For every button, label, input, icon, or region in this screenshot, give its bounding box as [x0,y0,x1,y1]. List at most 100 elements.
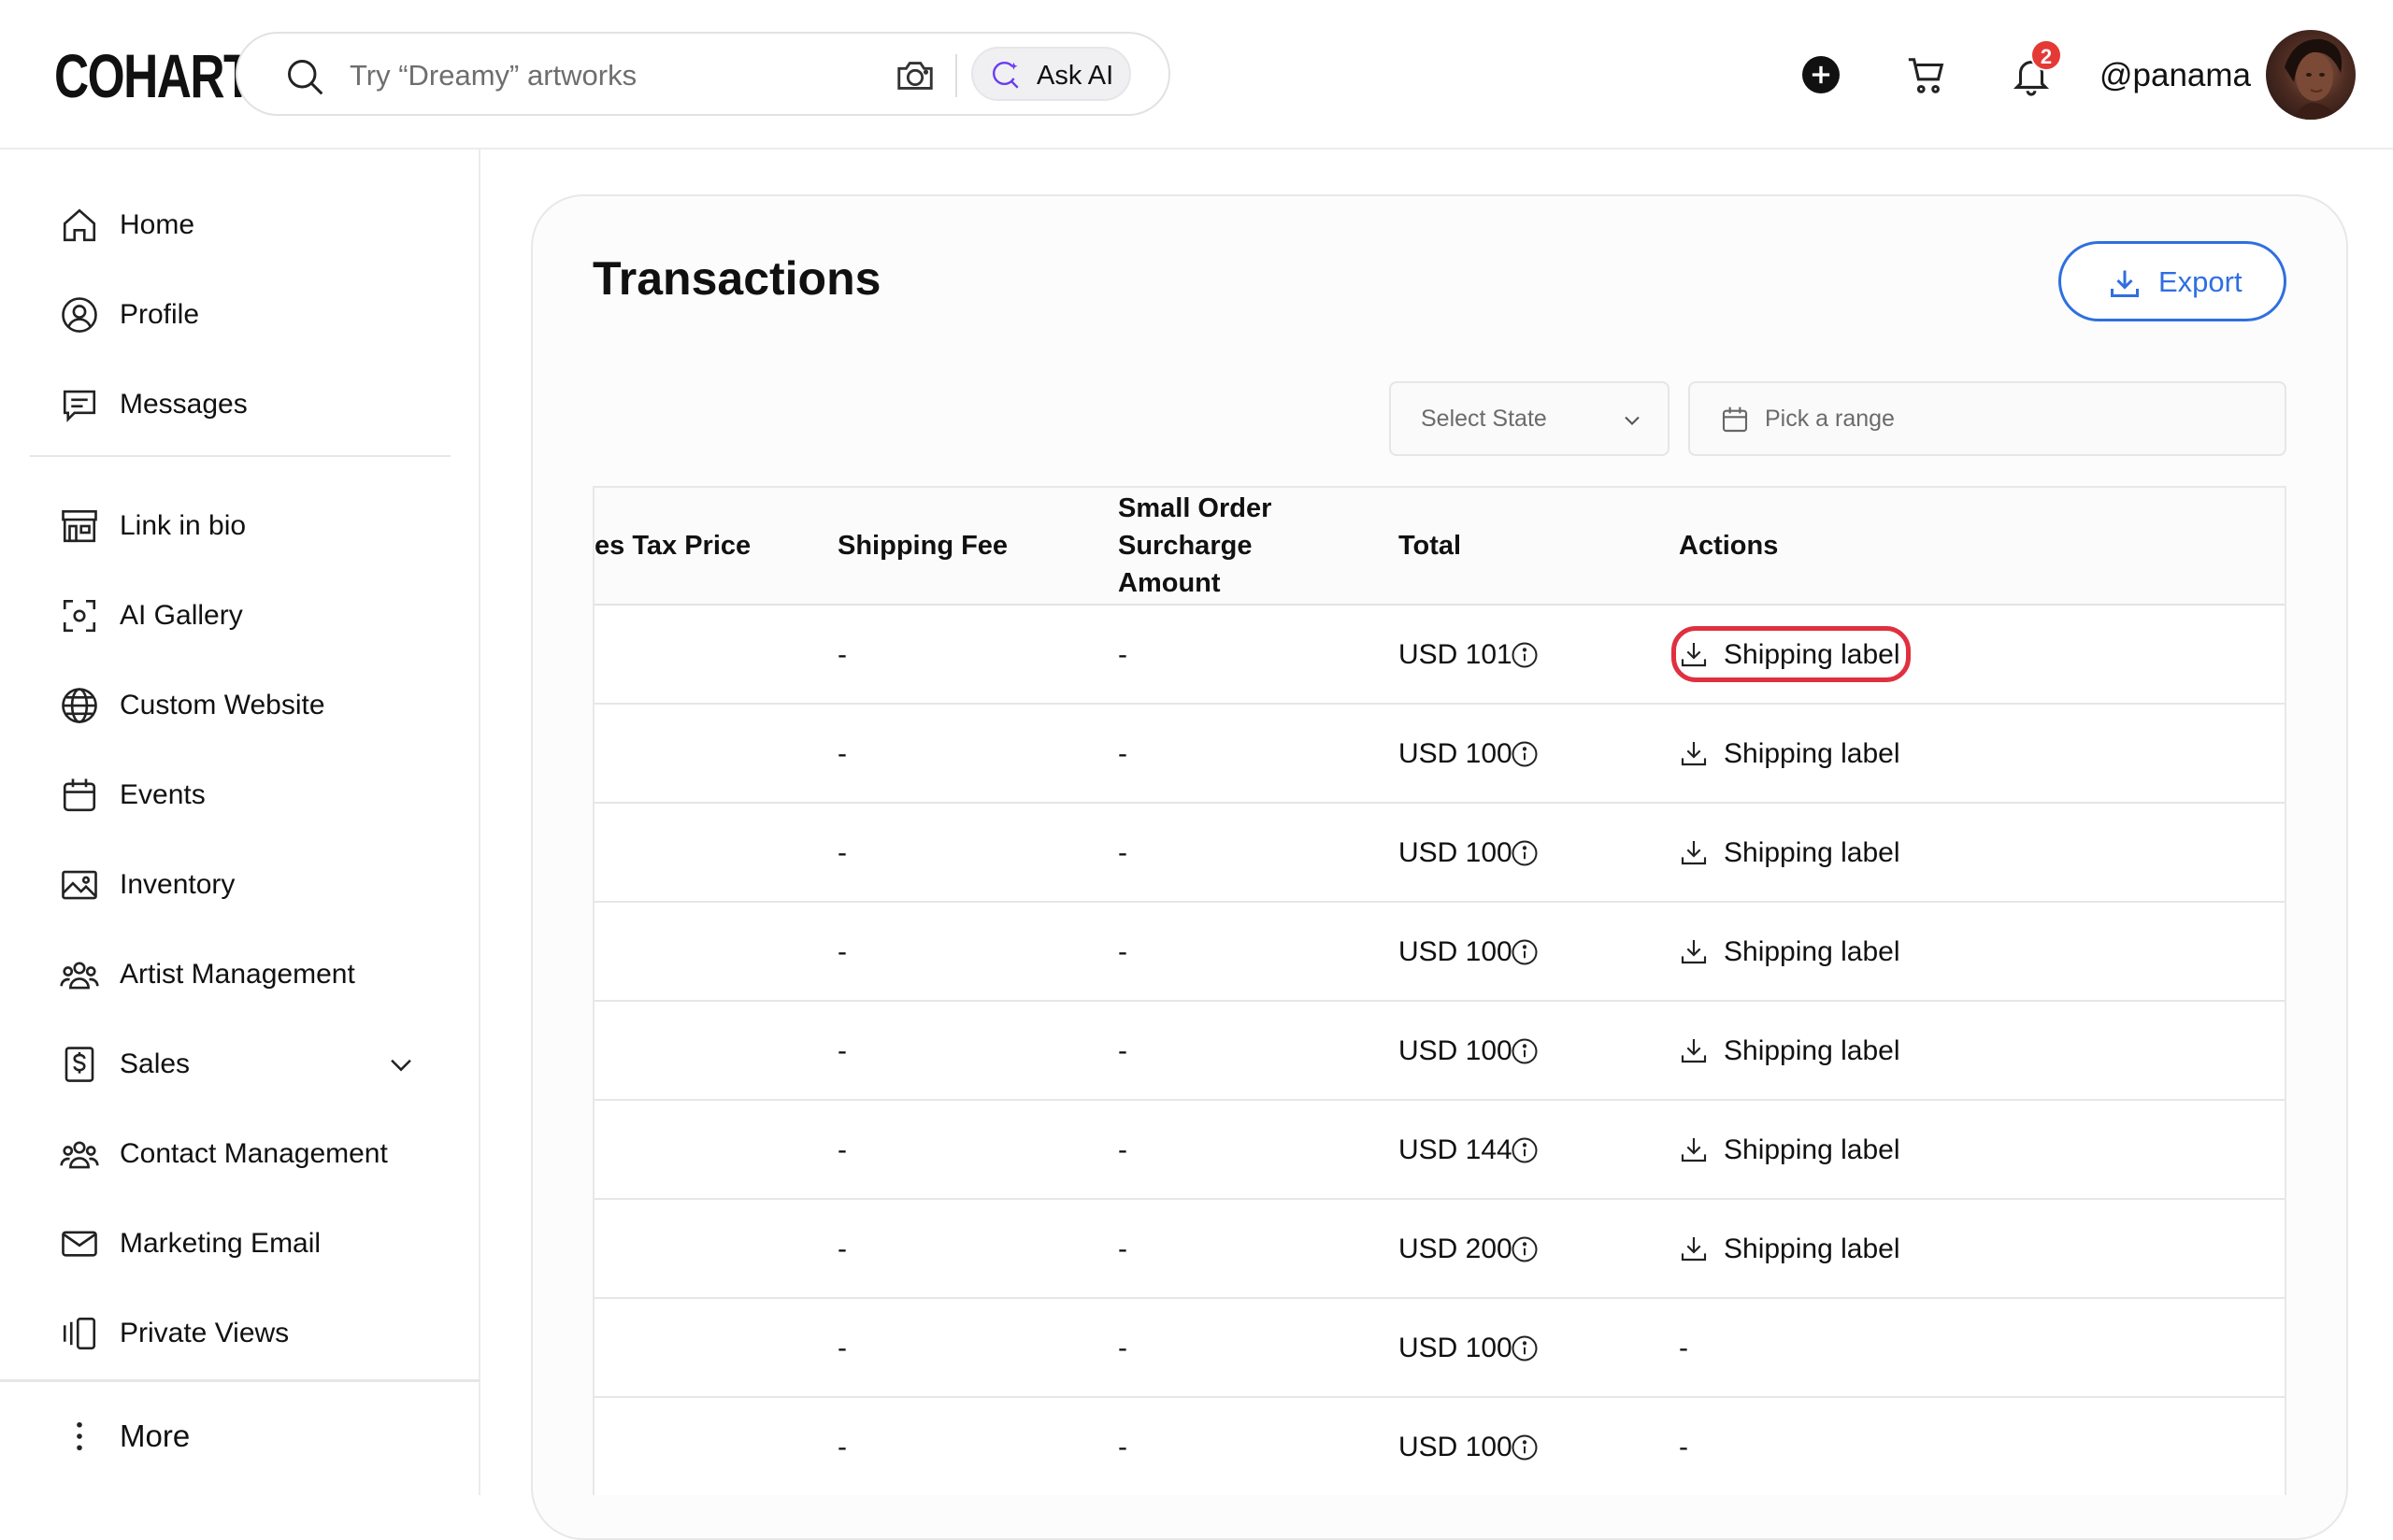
info-icon[interactable] [1511,938,1539,966]
surcharge-cell: - [1118,837,1127,868]
sidebar-item-more[interactable]: More [60,1407,434,1463]
sidebar-item-events[interactable]: Events [60,766,434,822]
camera-icon[interactable] [894,54,937,97]
sidebar-item-home[interactable]: Home [60,196,434,252]
dollar-icon [64,1047,94,1082]
shipping-label-text: Shipping label [1724,1233,1900,1264]
ai-search-icon [992,62,1019,89]
sidebar-item-label: Sales [120,1048,191,1079]
select-state-dropdown[interactable]: Select State [1389,381,1669,456]
username[interactable]: @panama [2099,56,2251,95]
surcharge-cell: - [1118,1333,1127,1363]
sidebar-item-label: Artist Management [120,959,355,990]
sidebar-item-inventory[interactable]: Inventory [60,856,434,912]
surcharge-cell: - [1118,639,1127,670]
cohart-logo[interactable]: COHART [54,43,252,108]
table-row: - - USD 100 Shipping label [595,903,2285,1002]
sidebar-item-label: Link in bio [120,510,247,541]
column-sales-tax-price: es Tax Price [595,531,752,561]
shipping-fee-cell: - [838,1432,847,1462]
sidebar-item-link-in-bio[interactable]: Link in bio [60,497,434,553]
column-surcharge-line: Small Order [1118,493,1272,523]
table-row: - - USD 100 Shipping label [595,705,2285,804]
globe-icon [62,688,97,723]
image-icon [62,870,97,900]
table-row: - - USD 100 - [595,1299,2285,1398]
shipping-label-text: Shipping label [1724,1035,1900,1066]
chevron-down-icon[interactable] [385,1048,417,1080]
total-cell: USD 100 [1398,1035,1512,1066]
sidebar-item-label: Profile [120,299,200,330]
shipping-fee-cell: - [838,1035,847,1066]
export-button[interactable]: Export [2058,241,2286,321]
sidebar-item-private-views[interactable]: Private Views [60,1305,434,1361]
profile-icon [62,297,97,333]
column-small-order-surcharge: Small Order Surcharge Amount [1118,490,1305,602]
download-icon [1681,1039,1707,1063]
avatar[interactable] [2266,30,2356,120]
shipping-fee-cell: - [838,1333,847,1363]
info-icon[interactable] [1511,1037,1539,1065]
search-icon [288,60,323,95]
info-icon[interactable] [1511,1433,1539,1462]
sidebar-item-marketing-email[interactable]: Marketing Email [60,1215,434,1271]
total-cell: USD 100 [1398,1333,1512,1363]
shipping-label-text: Shipping label [1724,936,1900,967]
column-total: Total [1398,531,1462,561]
download-icon [2111,270,2139,297]
surcharge-cell: - [1118,738,1127,769]
info-icon[interactable] [1511,740,1539,768]
date-range-picker[interactable]: Pick a range [1688,381,2286,456]
download-icon [1681,742,1707,766]
sidebar: Home Profile Messages Link in bio AI Gal… [0,150,480,1495]
avatar-portrait [2285,38,2343,120]
info-icon[interactable] [1511,1235,1539,1263]
download-icon [1681,940,1707,964]
sidebar-item-label: Inventory [120,869,236,900]
sidebar-item-ai-gallery[interactable]: AI Gallery [60,587,434,643]
table-row: - - USD 100 - [595,1398,2285,1495]
shipping-fee-cell: - [838,738,847,769]
info-icon[interactable] [1511,641,1539,669]
calendar-icon [1722,406,1748,433]
shipping-fee-cell: - [838,1134,847,1165]
info-icon[interactable] [1511,1136,1539,1164]
sidebar-item-contact-management[interactable]: Contact Management [60,1125,434,1181]
sidebar-item-label: Events [120,779,206,810]
table-row: - - USD 101 Shipping label [595,606,2285,705]
total-cell: USD 100 [1398,936,1512,967]
action-cell: - [1679,1333,1688,1363]
views-icon [63,1317,96,1350]
shipping-label-text: Shipping label [1724,1134,1900,1165]
messages-icon [63,390,96,422]
more-vertical-icon [77,1421,82,1451]
surcharge-cell: - [1118,1432,1127,1462]
scan-icon [63,599,96,633]
search-divider [955,54,957,97]
sidebar-item-profile[interactable]: Profile [60,286,434,342]
cart-icon[interactable] [1905,54,1948,97]
total-cell: USD 100 [1398,837,1512,868]
search-bar[interactable]: Ask AI [236,32,1170,116]
sidebar-item-custom-website[interactable]: Custom Website [60,677,434,733]
date-range-placeholder: Pick a range [1765,406,1895,432]
table-row: - - USD 200 Shipping label [595,1200,2285,1299]
action-cell: - [1679,1432,1688,1462]
sidebar-item-sales[interactable]: Sales [60,1035,434,1091]
sidebar-divider [30,455,451,457]
plus-circle-icon[interactable] [1802,56,1840,93]
sidebar-bottom-divider [0,1379,480,1382]
surcharge-cell: - [1118,1233,1127,1264]
export-label: Export [2158,265,2243,298]
users-icon [60,962,99,990]
shipping-fee-cell: - [838,1233,847,1264]
info-icon[interactable] [1511,839,1539,867]
sidebar-item-messages[interactable]: Messages [60,376,434,432]
download-icon [1681,1138,1707,1162]
sidebar-item-label: Contact Management [120,1138,388,1169]
info-icon[interactable] [1511,1334,1539,1362]
sidebar-item-artist-management[interactable]: Artist Management [60,946,434,1002]
mail-icon [62,1231,97,1257]
surcharge-cell: - [1118,1134,1127,1165]
ask-ai-button[interactable]: Ask AI [971,47,1131,101]
